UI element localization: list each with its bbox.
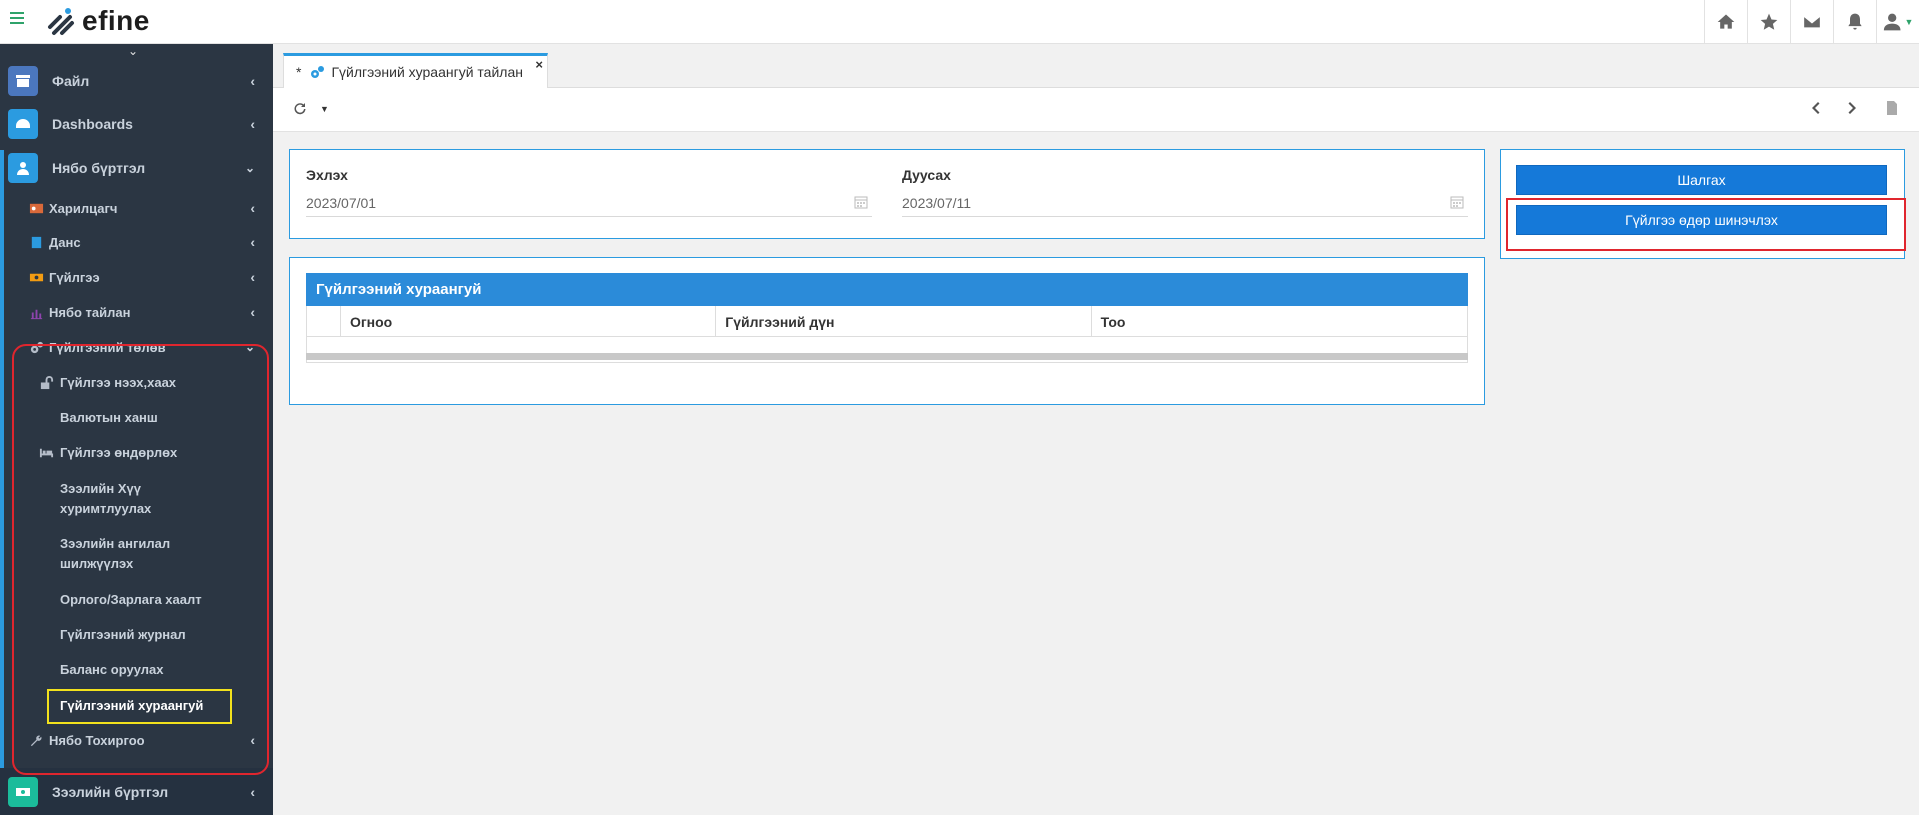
next-button[interactable]	[1844, 100, 1860, 119]
sidebar-item-dashboards[interactable]: Dashboards ‹	[0, 103, 273, 145]
unsaved-marker: *	[296, 64, 302, 80]
money-icon	[28, 269, 44, 285]
chevron-left-icon: ‹	[250, 783, 255, 800]
user-icon	[8, 153, 38, 183]
sidebar-item-label: Харилцагч	[49, 200, 118, 216]
sidebar-item-file[interactable]: Файл ‹	[0, 60, 273, 102]
check-button[interactable]: Шалгах	[1516, 165, 1887, 195]
sidebar-item-label: Нябо тайлан	[49, 304, 131, 320]
sidebar-item-customer[interactable]: Харилцагч ‹	[0, 192, 273, 224]
start-date-field[interactable]: 2023/07/01	[306, 187, 872, 217]
bar-chart-icon	[28, 304, 44, 320]
chevron-right-icon	[1848, 102, 1856, 114]
chevron-left-icon: ‹	[250, 73, 255, 89]
chevron-left-icon: ‹	[250, 304, 255, 320]
horizontal-scrollbar[interactable]	[306, 353, 1468, 360]
top-bar: efine ▼	[0, 0, 1919, 44]
chevron-left-icon	[1812, 102, 1820, 114]
sidebar-item-label: Зээлийн бүртгэл	[52, 783, 169, 800]
end-date-value: 2023/07/11	[902, 195, 972, 211]
refresh-icon	[294, 103, 306, 115]
home-button[interactable]	[1704, 0, 1747, 44]
dashboard-icon	[8, 109, 38, 139]
star-icon	[1760, 13, 1778, 30]
app-logo[interactable]: efine	[46, 4, 150, 38]
start-date-label: Эхлэх	[306, 167, 348, 183]
tab-transaction-summary-report[interactable]: * Гүйлгээний хураангуй тайлан ×	[283, 53, 548, 88]
prev-button[interactable]	[1808, 100, 1824, 119]
close-icon[interactable]: ×	[535, 57, 543, 72]
tab-label: Гүйлгээний хураангуй тайлан	[331, 64, 523, 80]
document-icon	[1887, 101, 1897, 115]
sidebar-item-account[interactable]: Данс ‹	[0, 226, 273, 258]
notifications-button[interactable]	[1833, 0, 1876, 44]
row-select-header[interactable]	[307, 306, 341, 336]
user-icon	[1883, 13, 1901, 31]
end-date-field[interactable]: 2023/07/11	[902, 187, 1468, 217]
column-header-count[interactable]: Тоо	[1092, 306, 1467, 336]
start-date-value: 2023/07/01	[306, 195, 377, 211]
highlight-box	[1506, 198, 1906, 251]
sidebar-item-label: Нябо бүртгэл	[52, 160, 146, 176]
sidebar-item-label: Данс	[49, 234, 81, 250]
toolbar: ▼	[273, 88, 1919, 132]
column-header-date[interactable]: Огноо	[341, 306, 717, 336]
grid-title: Гүйлгээний хураангуй	[306, 273, 1468, 306]
envelope-icon	[1803, 15, 1821, 29]
end-date-label: Дуусах	[902, 167, 951, 183]
calendar-icon[interactable]	[1450, 195, 1464, 209]
book-icon	[28, 234, 44, 250]
highlight-box-active	[47, 689, 232, 724]
home-icon	[1717, 14, 1735, 29]
sidebar-item-label: Файл	[52, 73, 90, 89]
chevron-down-icon: ⌄	[244, 161, 255, 175]
chevron-left-icon: ‹	[250, 200, 255, 216]
refresh-button[interactable]	[292, 100, 308, 119]
column-header-amount[interactable]: Гүйлгээний дүн	[716, 306, 1092, 336]
messages-button[interactable]	[1790, 0, 1833, 44]
menu-toggle-icon[interactable]	[10, 12, 24, 26]
sidebar-item-loan-registry[interactable]: Зээлийн бүртгэл ‹	[0, 768, 273, 815]
sidebar-item-nyabo[interactable]: Нябо бүртгэл ⌄	[0, 147, 273, 189]
chevron-left-icon: ‹	[250, 234, 255, 250]
sidebar-item-report[interactable]: Нябо тайлан ‹	[0, 296, 273, 328]
cogs-icon	[311, 66, 325, 78]
tab-bar: * Гүйлгээний хураангуй тайлан ×	[273, 44, 1919, 88]
user-menu-button[interactable]: ▼	[1876, 0, 1919, 44]
archive-icon	[8, 66, 38, 96]
favorites-button[interactable]	[1747, 0, 1790, 44]
id-card-icon	[28, 200, 44, 216]
grid-header-row: Огноо Гүйлгээний дүн Тоо	[306, 306, 1468, 337]
sidebar-item-label: Гүйлгээ	[49, 269, 100, 285]
caret-down-icon[interactable]: ▼	[320, 104, 329, 114]
chevron-left-icon: ‹	[250, 269, 255, 285]
bell-icon	[1848, 13, 1862, 30]
sidebar-item-transaction[interactable]: Гүйлгээ ‹	[0, 261, 273, 293]
chevron-left-icon: ‹	[250, 116, 255, 132]
calendar-icon[interactable]	[854, 195, 868, 209]
sidebar-item-label: Dashboards	[52, 116, 133, 132]
logo-mark-icon	[48, 8, 74, 35]
logo-text: efine	[82, 5, 150, 36]
money-icon	[8, 776, 38, 807]
collapse-chevron-icon[interactable]: ⌄	[128, 44, 138, 58]
caret-down-icon: ▼	[1904, 17, 1914, 27]
document-button[interactable]	[1884, 100, 1900, 119]
